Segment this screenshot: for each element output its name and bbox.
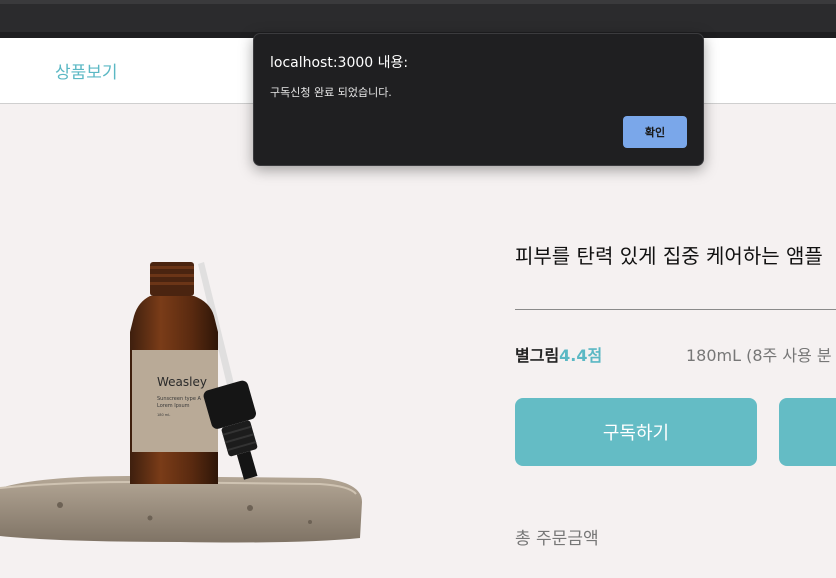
- total-price-label: 총 주문금액: [515, 529, 599, 549]
- alert-dialog: localhost:3000 내용: 구독신청 완료 되었습니다. 확인: [253, 33, 704, 166]
- stone-pedestal: [0, 476, 362, 543]
- bottle: Weasley Sunscreen type A Lorem Ipsum 180…: [130, 262, 218, 484]
- rating-score: 4.4점: [559, 346, 603, 365]
- bottle-label-line2: Lorem Ipsum: [157, 403, 190, 409]
- rating-label: 별그림: [515, 346, 560, 365]
- nav-link-products[interactable]: 상품보기: [55, 58, 118, 83]
- dialog-message: 구독신청 완료 되었습니다.: [270, 86, 392, 99]
- product-title: 피부를 탄력 있게 집중 케어하는 앰플: [515, 244, 823, 268]
- product-volume: 180mL (8주 사용 분: [686, 346, 832, 365]
- product-image: Weasley Sunscreen type A Lorem Ipsum 180…: [0, 262, 362, 543]
- subscribe-button[interactable]: 구독하기: [515, 398, 757, 466]
- bottle-brand-text: Weasley: [157, 375, 207, 389]
- bottle-label-line1: Sunscreen type A: [157, 396, 201, 402]
- product-rating: 별그림4.4점: [515, 342, 602, 366]
- bottle-label-line3: 180 mL: [157, 413, 170, 417]
- browser-tab-strip: [0, 0, 836, 4]
- dialog-ok-button[interactable]: 확인: [623, 116, 687, 148]
- secondary-action-button[interactable]: [779, 398, 836, 466]
- title-divider: [515, 309, 836, 310]
- dialog-title: localhost:3000 내용:: [270, 55, 409, 71]
